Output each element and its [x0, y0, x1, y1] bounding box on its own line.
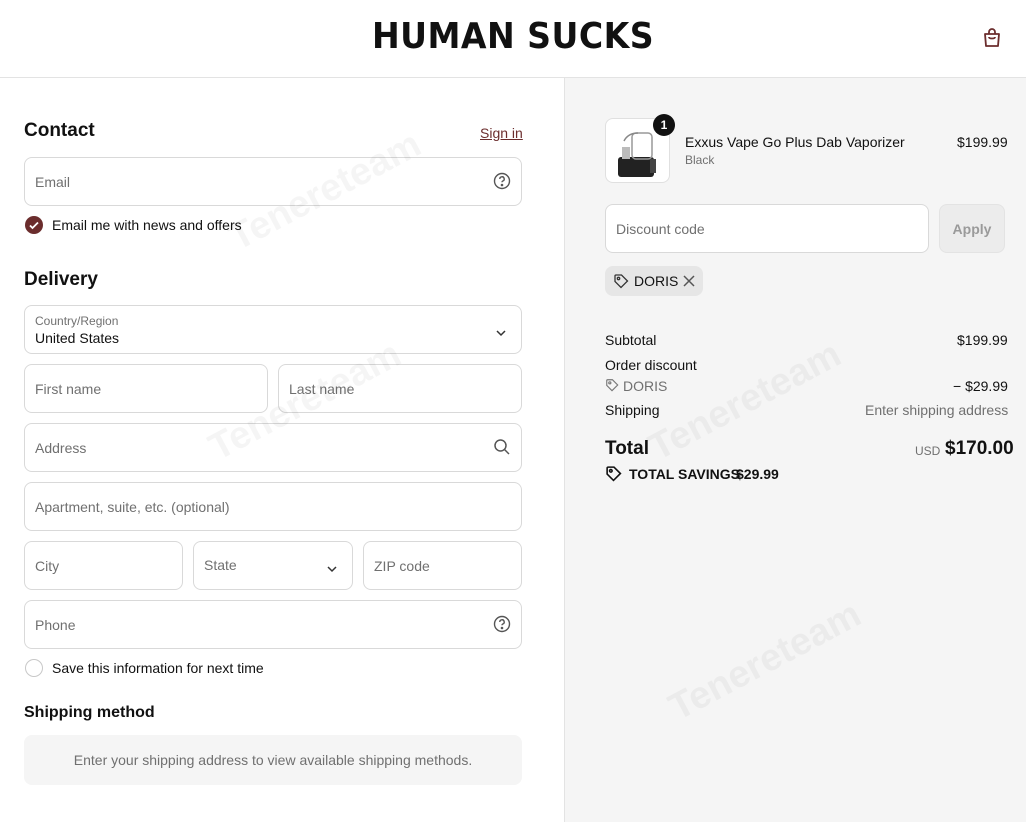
phone-field[interactable]: Phone — [24, 600, 522, 649]
country-value: United States — [35, 330, 120, 346]
tag-icon — [613, 273, 629, 294]
zip-field[interactable]: ZIP code — [363, 541, 522, 590]
currency-label: USD — [915, 444, 941, 458]
savings-value: $29.99 — [736, 466, 779, 482]
total-value: $170.00 — [945, 438, 1014, 459]
discount-value: − $29.99 — [953, 378, 1008, 394]
chevron-down-icon — [326, 561, 338, 573]
help-icon[interactable] — [493, 172, 511, 190]
shipping-method-heading: Shipping method — [24, 704, 155, 721]
discount-placeholder: Discount code — [616, 221, 705, 237]
quantity-badge: 1 — [653, 114, 675, 136]
product-name: Exxus Vape Go Plus Dab Vaporizer — [685, 134, 905, 150]
last-name-placeholder: Last name — [289, 381, 355, 397]
country-label: Country/Region — [35, 314, 119, 328]
first-name-field[interactable]: First name — [24, 364, 268, 413]
sign-in-link[interactable]: Sign in — [480, 125, 523, 141]
zip-placeholder: ZIP code — [374, 558, 430, 574]
apply-button[interactable]: Apply — [939, 204, 1005, 253]
country-select[interactable]: Country/Region United States — [24, 305, 522, 354]
shipping-value: Enter shipping address — [865, 402, 1009, 418]
news-checkbox[interactable] — [25, 216, 43, 234]
news-checkbox-label: Email me with news and offers — [52, 217, 242, 233]
chevron-down-icon — [495, 325, 507, 337]
email-placeholder: Email — [35, 174, 71, 190]
apartment-placeholder: Apartment, suite, etc. (optional) — [35, 499, 230, 515]
email-field[interactable]: Email — [24, 157, 522, 206]
address-field[interactable]: Address — [24, 423, 522, 472]
first-name-placeholder: First name — [35, 381, 102, 397]
total-label: Total — [605, 438, 649, 459]
shipping-label: Shipping — [605, 402, 660, 418]
city-placeholder: City — [35, 558, 60, 574]
savings-tag-icon — [605, 465, 622, 487]
order-discount-label: Order discount — [605, 357, 697, 373]
savings-label: TOTAL SAVINGS — [629, 466, 740, 482]
state-placeholder: State — [204, 557, 237, 573]
product-variant: Black — [685, 153, 715, 167]
save-info-label: Save this information for next time — [52, 660, 264, 676]
tag-icon — [605, 378, 619, 397]
product-price: $199.99 — [957, 134, 1008, 150]
state-select[interactable]: State — [193, 541, 353, 590]
search-icon — [493, 438, 511, 456]
help-icon[interactable] — [493, 615, 511, 633]
subtotal-label: Subtotal — [605, 332, 657, 348]
contact-heading: Contact — [24, 120, 95, 141]
shipping-method-message: Enter your shipping address to view avai… — [24, 735, 522, 785]
close-icon[interactable] — [682, 274, 696, 293]
subtotal-value: $199.99 — [957, 332, 1008, 348]
discount-code-label: DORIS — [623, 378, 668, 394]
delivery-heading: Delivery — [24, 269, 98, 290]
phone-placeholder: Phone — [35, 617, 76, 633]
discount-code-field[interactable]: Discount code — [605, 204, 929, 253]
apartment-field[interactable]: Apartment, suite, etc. (optional) — [24, 482, 522, 531]
applied-code: DORIS — [634, 273, 679, 289]
city-field[interactable]: City — [24, 541, 183, 590]
save-info-checkbox[interactable] — [25, 659, 43, 677]
applied-discount-tag: DORIS — [605, 266, 703, 296]
address-placeholder: Address — [35, 440, 87, 456]
checkout-form: Contact Sign in Email Email me with news… — [0, 78, 564, 822]
shopping-bag-icon[interactable] — [980, 26, 1004, 50]
brand-logo[interactable]: HUMAN SUCKS — [41, 16, 985, 57]
last-name-field[interactable]: Last name — [278, 364, 522, 413]
order-summary: 1 Exxus Vape Go Plus Dab Vaporizer Black… — [564, 78, 1026, 822]
header: HUMAN SUCKS — [0, 0, 1026, 78]
